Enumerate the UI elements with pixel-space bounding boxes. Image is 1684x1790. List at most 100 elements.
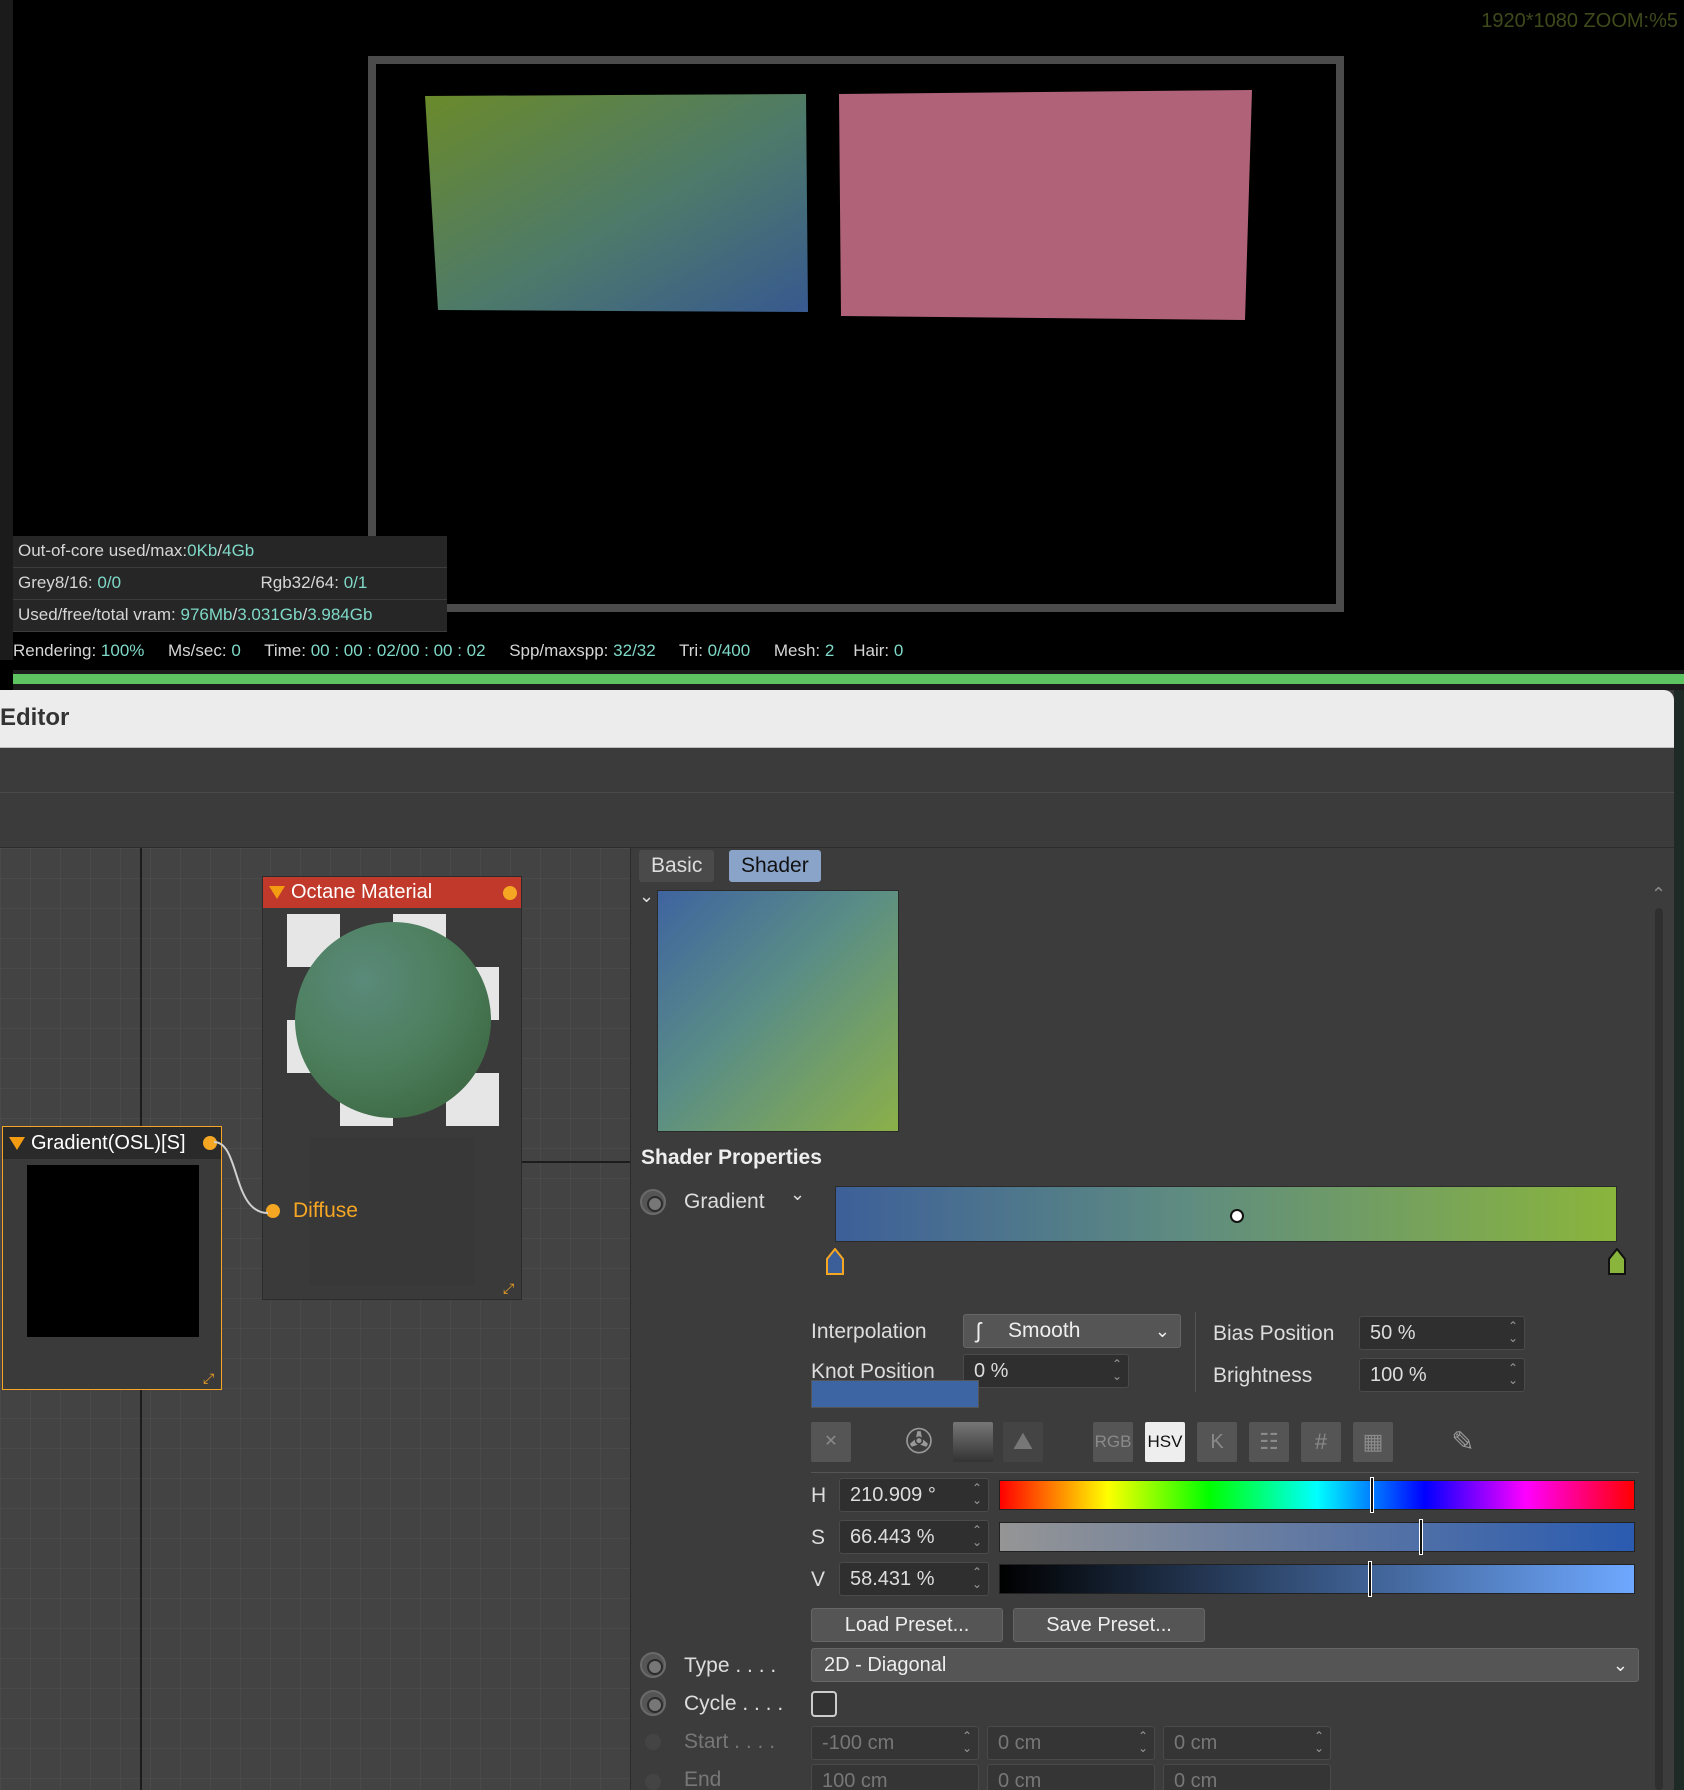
stepper-arrows-icon[interactable]: ⌃ ⌄ bbox=[1508, 1362, 1518, 1386]
rendering-value: 100% bbox=[100, 641, 145, 660]
memory-stats-box: Out-of-core used/max:0Kb/4Gb Grey8/16: 0… bbox=[13, 536, 447, 632]
stepper-arrows-icon[interactable]: ⌃ ⌄ bbox=[972, 1566, 982, 1590]
spp-value: 32/32 bbox=[613, 641, 656, 660]
color-mode-hsv[interactable]: HSV bbox=[1145, 1422, 1185, 1462]
interpolation-dropdown[interactable]: ʃ Smooth ⌄ bbox=[963, 1314, 1181, 1348]
swatch-grid-icon[interactable]: ▦ bbox=[1353, 1422, 1393, 1462]
type-anim-radio[interactable] bbox=[640, 1652, 666, 1678]
end-z-value: 0 cm bbox=[1174, 1770, 1218, 1790]
end-anim-radio[interactable] bbox=[645, 1774, 661, 1790]
ms-sec-value: 0 bbox=[231, 641, 241, 660]
saturation-slider[interactable] bbox=[999, 1519, 1635, 1555]
color-spectrum-icon[interactable] bbox=[953, 1422, 993, 1462]
start-y-value: 0 cm bbox=[998, 1732, 1042, 1754]
column-divider bbox=[1195, 1312, 1196, 1392]
value-slider[interactable] bbox=[999, 1561, 1635, 1597]
tab-shader[interactable]: Shader bbox=[729, 850, 821, 882]
collapse-triangle-icon[interactable] bbox=[9, 1137, 25, 1150]
render-progress-bar bbox=[13, 670, 1684, 690]
brightness-field[interactable]: 100 % ⌃ ⌄ bbox=[1359, 1358, 1525, 1392]
chevron-down-icon: ⌄ bbox=[1154, 1321, 1170, 1341]
render-status-bar: Rendering: 100% Ms/sec: 0 Time: 00 : 00 … bbox=[13, 636, 903, 666]
stepper-arrows-icon[interactable]: ⌃ ⌄ bbox=[1138, 1730, 1148, 1754]
image-picker-icon[interactable]: ⛰ bbox=[1003, 1422, 1043, 1462]
saturation-value: 66.443 % bbox=[850, 1526, 935, 1548]
stepper-arrows-icon[interactable]: ⌃ ⌄ bbox=[1314, 1730, 1324, 1754]
color-mode-kelvin[interactable]: K bbox=[1197, 1422, 1237, 1462]
node-connection-wire bbox=[213, 1141, 269, 1214]
color-wheel-icon[interactable]: ✇ bbox=[899, 1422, 939, 1462]
brightness-label: Brightness bbox=[1213, 1364, 1313, 1387]
start-y-field[interactable]: 0 cm ⌃ ⌄ bbox=[987, 1726, 1155, 1760]
chevron-down-icon[interactable]: ⌄ bbox=[639, 886, 654, 907]
start-anim-radio[interactable] bbox=[645, 1734, 661, 1750]
compress-icon[interactable]: ✕ bbox=[811, 1422, 851, 1462]
start-label: Start . . . . bbox=[684, 1730, 776, 1753]
gradient-osl-node[interactable]: Gradient(OSL)[S] ⤢ bbox=[2, 1126, 222, 1390]
start-z-field[interactable]: 0 cm ⌃ ⌄ bbox=[1163, 1726, 1331, 1760]
load-preset-button[interactable]: Load Preset... bbox=[811, 1608, 1003, 1642]
smooth-curve-icon: ʃ bbox=[976, 1318, 981, 1343]
render-progress-fill bbox=[13, 674, 1684, 684]
tab-basic[interactable]: Basic bbox=[639, 850, 715, 882]
color-mode-rgb[interactable]: RGB bbox=[1093, 1422, 1133, 1462]
vram-total: 3.984Gb bbox=[307, 605, 373, 624]
stepper-arrows-icon[interactable]: ⌃ ⌄ bbox=[1112, 1358, 1122, 1382]
end-z-field[interactable]: 0 cm bbox=[1163, 1764, 1331, 1790]
gradient-bar[interactable] bbox=[835, 1186, 1617, 1242]
bias-position-label: Bias Position bbox=[1213, 1322, 1335, 1345]
end-y-field[interactable]: 0 cm bbox=[987, 1764, 1155, 1790]
value-field[interactable]: 58.431 % ⌃ ⌄ bbox=[839, 1562, 989, 1596]
chevron-down-icon[interactable]: ⌄ bbox=[790, 1184, 805, 1205]
stepper-arrows-icon[interactable]: ⌃ ⌄ bbox=[962, 1730, 972, 1754]
collapse-triangle-icon[interactable] bbox=[269, 886, 285, 899]
rendering-label: Rendering: bbox=[13, 641, 97, 660]
expand-icon[interactable]: ⤢ bbox=[503, 1281, 517, 1295]
vram-row: Used/free/total vram: 976Mb/3.031Gb/3.98… bbox=[13, 600, 447, 632]
gradient-bias-handle[interactable] bbox=[1230, 1209, 1244, 1223]
hue-slider-handle[interactable] bbox=[1369, 1477, 1374, 1513]
editor-titlebar[interactable]: Editor bbox=[0, 690, 1674, 748]
grey-value: 0/0 bbox=[97, 573, 122, 592]
end-x-field[interactable]: 100 cm bbox=[811, 1764, 979, 1790]
color-mixer-icon[interactable]: ☷ bbox=[1249, 1422, 1289, 1462]
stepper-arrows-icon[interactable]: ⌃ ⌄ bbox=[972, 1482, 982, 1506]
octane-material-node[interactable]: Octane Material Diffuse ⤢ bbox=[262, 876, 522, 1300]
bias-position-field[interactable]: 50 % ⌃ ⌄ bbox=[1359, 1316, 1525, 1350]
start-x-field[interactable]: -100 cm ⌃ ⌄ bbox=[811, 1726, 979, 1760]
left-gradient-plane bbox=[425, 94, 808, 312]
out-of-core-max: 4Gb bbox=[222, 541, 255, 560]
mesh-label: Mesh: bbox=[773, 641, 821, 660]
eyedropper-icon[interactable]: ✎ bbox=[1443, 1422, 1483, 1462]
color-mode-hex[interactable]: # bbox=[1301, 1422, 1341, 1462]
panel-scrollbar[interactable] bbox=[1655, 908, 1663, 1790]
material-output-port[interactable] bbox=[503, 886, 517, 900]
type-dropdown[interactable]: 2D - Diagonal ⌄ bbox=[811, 1648, 1639, 1682]
knot-position-field[interactable]: 0 % ⌃ ⌄ bbox=[963, 1354, 1129, 1388]
grey-label: Grey8/16: bbox=[18, 573, 93, 592]
save-preset-button[interactable]: Save Preset... bbox=[1013, 1608, 1205, 1642]
mesh-value: 2 bbox=[824, 641, 835, 660]
cycle-label: Cycle . . . . bbox=[684, 1692, 784, 1715]
gradient-anim-radio[interactable] bbox=[640, 1189, 666, 1215]
hue-field[interactable]: 210.909 ° ⌃ ⌄ bbox=[839, 1478, 989, 1512]
node-canvas[interactable]: Octane Material Diffuse ⤢ Gradient(OSL)[… bbox=[0, 848, 630, 1790]
gradient-node-header[interactable]: Gradient(OSL)[S] bbox=[3, 1127, 221, 1159]
render-viewport: 1920*1080 ZOOM:%5 Out-of-core used/max:0… bbox=[0, 0, 1684, 690]
gradient-knot-start[interactable] bbox=[825, 1248, 845, 1276]
canvas-guide-horizontal bbox=[520, 1161, 630, 1163]
chevron-up-icon[interactable]: ⌃ bbox=[1651, 884, 1666, 905]
knot-color-swatch[interactable] bbox=[811, 1380, 979, 1408]
out-of-core-row: Out-of-core used/max:0Kb/4Gb bbox=[13, 536, 447, 568]
stepper-arrows-icon[interactable]: ⌃ ⌄ bbox=[1508, 1320, 1518, 1344]
expand-icon[interactable]: ⤢ bbox=[203, 1371, 217, 1385]
stepper-arrows-icon[interactable]: ⌃ ⌄ bbox=[972, 1524, 982, 1548]
material-node-header[interactable]: Octane Material bbox=[263, 877, 521, 908]
saturation-field[interactable]: 66.443 % ⌃ ⌄ bbox=[839, 1520, 989, 1554]
gradient-knot-end[interactable] bbox=[1607, 1248, 1627, 1276]
cycle-anim-radio[interactable] bbox=[640, 1690, 666, 1716]
cycle-checkbox[interactable] bbox=[811, 1691, 837, 1717]
value-slider-handle[interactable] bbox=[1368, 1561, 1373, 1597]
hue-slider[interactable] bbox=[999, 1477, 1635, 1513]
saturation-slider-handle[interactable] bbox=[1418, 1519, 1423, 1555]
